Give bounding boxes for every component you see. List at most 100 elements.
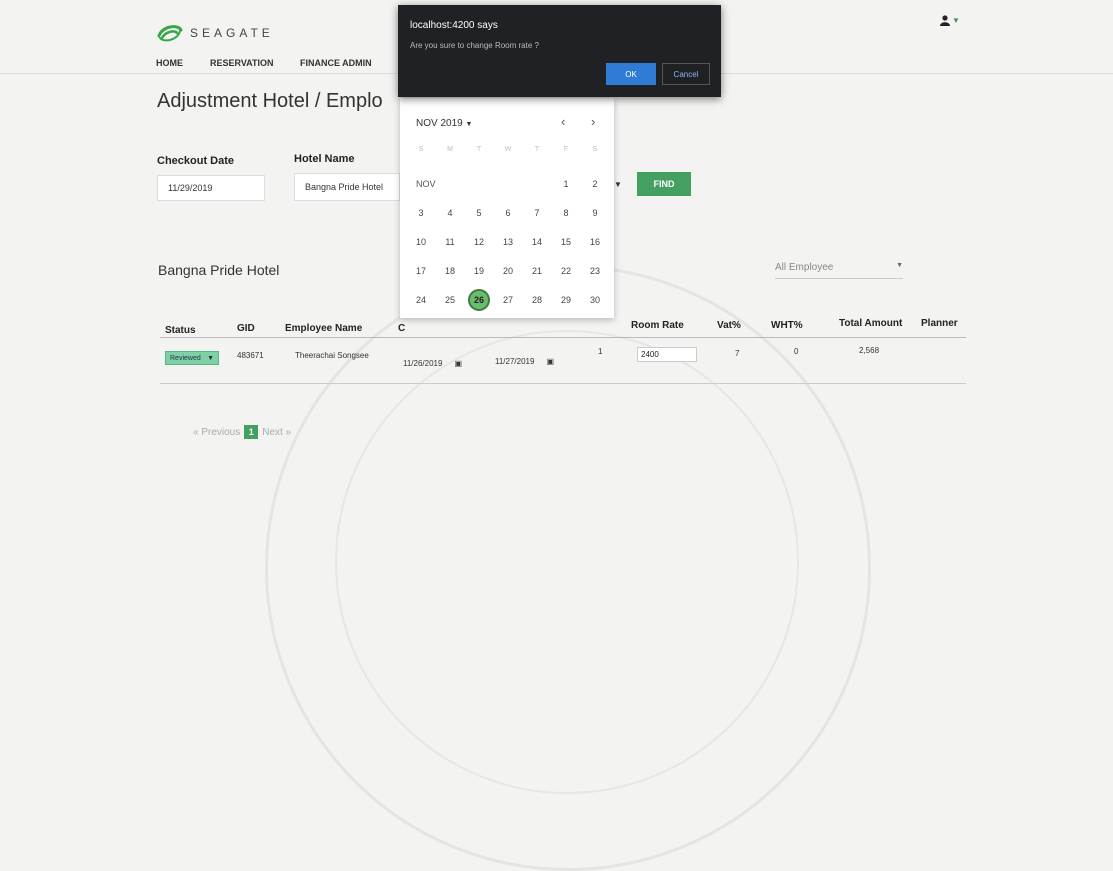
datepicker-day[interactable]: 19	[468, 260, 490, 282]
pager-previous[interactable]: « Previous	[193, 427, 240, 438]
datepicker-row-label: NOV	[416, 179, 436, 189]
header-checkin: C	[398, 323, 406, 334]
pager-next[interactable]: Next »	[262, 427, 291, 438]
datepicker-weekday: S	[592, 146, 598, 153]
datepicker-day[interactable]: 5	[468, 202, 490, 224]
cell-total-amount: 2,568	[859, 346, 880, 355]
datepicker-day[interactable]: 22	[555, 260, 577, 282]
checkout-date-row-input[interactable]: 11/27/2019 ▣	[495, 357, 554, 366]
datepicker-day[interactable]: 3	[410, 202, 432, 224]
cell-nights: 1	[598, 347, 603, 356]
watermark-arc-inner	[335, 330, 799, 794]
checkin-date-input[interactable]: 11/26/2019 ▣	[403, 359, 462, 368]
chevron-down-icon: ▼	[896, 262, 903, 269]
table-bottom-divider	[160, 383, 966, 384]
cancel-button[interactable]: Cancel	[662, 63, 710, 85]
datepicker-day[interactable]: 30	[584, 289, 606, 311]
header-gid: GID	[237, 323, 255, 334]
datepicker-day[interactable]: 27	[497, 289, 519, 311]
pagination: « Previous 1 Next »	[193, 425, 291, 439]
datepicker-day[interactable]: 21	[526, 260, 548, 282]
datepicker-day[interactable]: 9	[584, 202, 606, 224]
datepicker-day[interactable]: 16	[584, 231, 606, 253]
header-employee-name: Employee Name	[285, 323, 363, 334]
table-header-divider	[160, 337, 966, 338]
header-status: Status	[165, 325, 196, 336]
datepicker-day[interactable]: 1	[555, 173, 577, 195]
status-select[interactable]: Reviewed ▼	[165, 351, 219, 365]
chevron-down-icon: ▼	[465, 121, 473, 128]
datepicker-weekday: S	[418, 146, 424, 153]
datepicker-day[interactable]: 4	[439, 202, 461, 224]
datepicker-day[interactable]: 8	[555, 202, 577, 224]
datepicker-day[interactable]: 15	[555, 231, 577, 253]
header-vat: Vat%	[717, 320, 741, 331]
datepicker-day[interactable]: 24	[410, 289, 432, 311]
datepicker-month-select[interactable]: NOV 2019 ▼	[416, 118, 472, 129]
datepicker-day[interactable]: 29	[555, 289, 577, 311]
employee-filter-value: All Employee	[775, 262, 834, 273]
checkout-date-label: Checkout Date	[157, 155, 235, 167]
datepicker-day[interactable]: 10	[410, 231, 432, 253]
user-icon	[940, 15, 950, 26]
datepicker-month-label: NOV 2019	[416, 118, 463, 129]
confirm-dialog: localhost:4200 says Are you sure to chan…	[398, 5, 721, 97]
datepicker-day[interactable]: 28	[526, 289, 548, 311]
cell-gid: 483671	[237, 351, 264, 360]
section-title: Bangna Pride Hotel	[158, 262, 280, 278]
datepicker-weekday: W	[504, 146, 512, 153]
chevron-down-icon: ▼	[952, 16, 960, 25]
datepicker-day[interactable]: 17	[410, 260, 432, 282]
nav-home[interactable]: HOME	[156, 58, 183, 68]
datepicker-day[interactable]: 23	[584, 260, 606, 282]
datepicker-weekday: T	[534, 146, 540, 153]
prev-month-icon[interactable]: ‹	[561, 114, 565, 129]
hotel-select-caret-icon: ▼	[614, 180, 622, 189]
dialog-message: Are you sure to change Room rate ?	[410, 41, 539, 50]
datepicker-day[interactable]: 25	[439, 289, 461, 311]
datepicker-day[interactable]: 13	[497, 231, 519, 253]
nav-reservation[interactable]: RESERVATION	[210, 58, 274, 68]
datepicker-day[interactable]: 11	[439, 231, 461, 253]
seagate-swirl-icon	[157, 25, 183, 42]
header-planner: Planner	[921, 318, 958, 329]
datepicker-popup: NOV 2019 ▼ ‹ › SMTWTFS NOV 1 2 3 4 5 6 7 8 9 10 11…	[400, 98, 614, 318]
datepicker-day[interactable]: 2	[584, 173, 606, 195]
datepicker-weekday: F	[563, 146, 569, 153]
header-wht: WHT%	[771, 320, 803, 331]
employee-filter-select[interactable]: All Employee ▼	[775, 262, 903, 279]
datepicker-day-selected[interactable]: 26	[468, 289, 490, 311]
cell-vat: 7	[735, 349, 740, 358]
cell-employee-name: Theerachai Songsee	[295, 351, 369, 360]
user-menu[interactable]: ▼	[940, 15, 960, 26]
header-total-amount: Total Amount	[839, 318, 903, 329]
header-room-rate: Room Rate	[631, 320, 684, 331]
datepicker-weekday: T	[476, 146, 482, 153]
logo-text: SEAGATE	[190, 26, 274, 40]
datepicker-weekday: M	[447, 146, 453, 153]
hotel-name-select[interactable]: Bangna Pride Hotel	[294, 173, 400, 201]
ok-button[interactable]: OK	[606, 63, 656, 85]
checkin-date-value: 11/26/2019	[403, 359, 443, 368]
calendar-icon[interactable]: ▣	[546, 357, 554, 366]
room-rate-input[interactable]: 2400	[637, 347, 697, 362]
find-button[interactable]: FIND	[637, 172, 691, 196]
checkout-date-row-value: 11/27/2019	[495, 357, 535, 366]
datepicker-day[interactable]: 12	[468, 231, 490, 253]
datepicker-day[interactable]: 18	[439, 260, 461, 282]
seagate-logo[interactable]: SEAGATE	[156, 22, 274, 44]
cell-wht: 0	[794, 347, 799, 356]
status-value: Reviewed	[170, 354, 201, 362]
pager-current[interactable]: 1	[244, 425, 259, 439]
nav-finance-admin[interactable]: FINANCE ADMIN	[300, 58, 372, 68]
dialog-title: localhost:4200 says	[410, 20, 498, 31]
datepicker-day[interactable]: 14	[526, 231, 548, 253]
next-month-icon[interactable]: ›	[591, 114, 595, 129]
checkout-date-input[interactable]: 11/29/2019	[157, 175, 265, 201]
hotel-name-label: Hotel Name	[294, 153, 355, 165]
datepicker-day[interactable]: 7	[526, 202, 548, 224]
calendar-icon[interactable]: ▣	[454, 359, 462, 368]
page-title: Adjustment Hotel / Emplo	[157, 90, 383, 112]
datepicker-day[interactable]: 20	[497, 260, 519, 282]
datepicker-day[interactable]: 6	[497, 202, 519, 224]
